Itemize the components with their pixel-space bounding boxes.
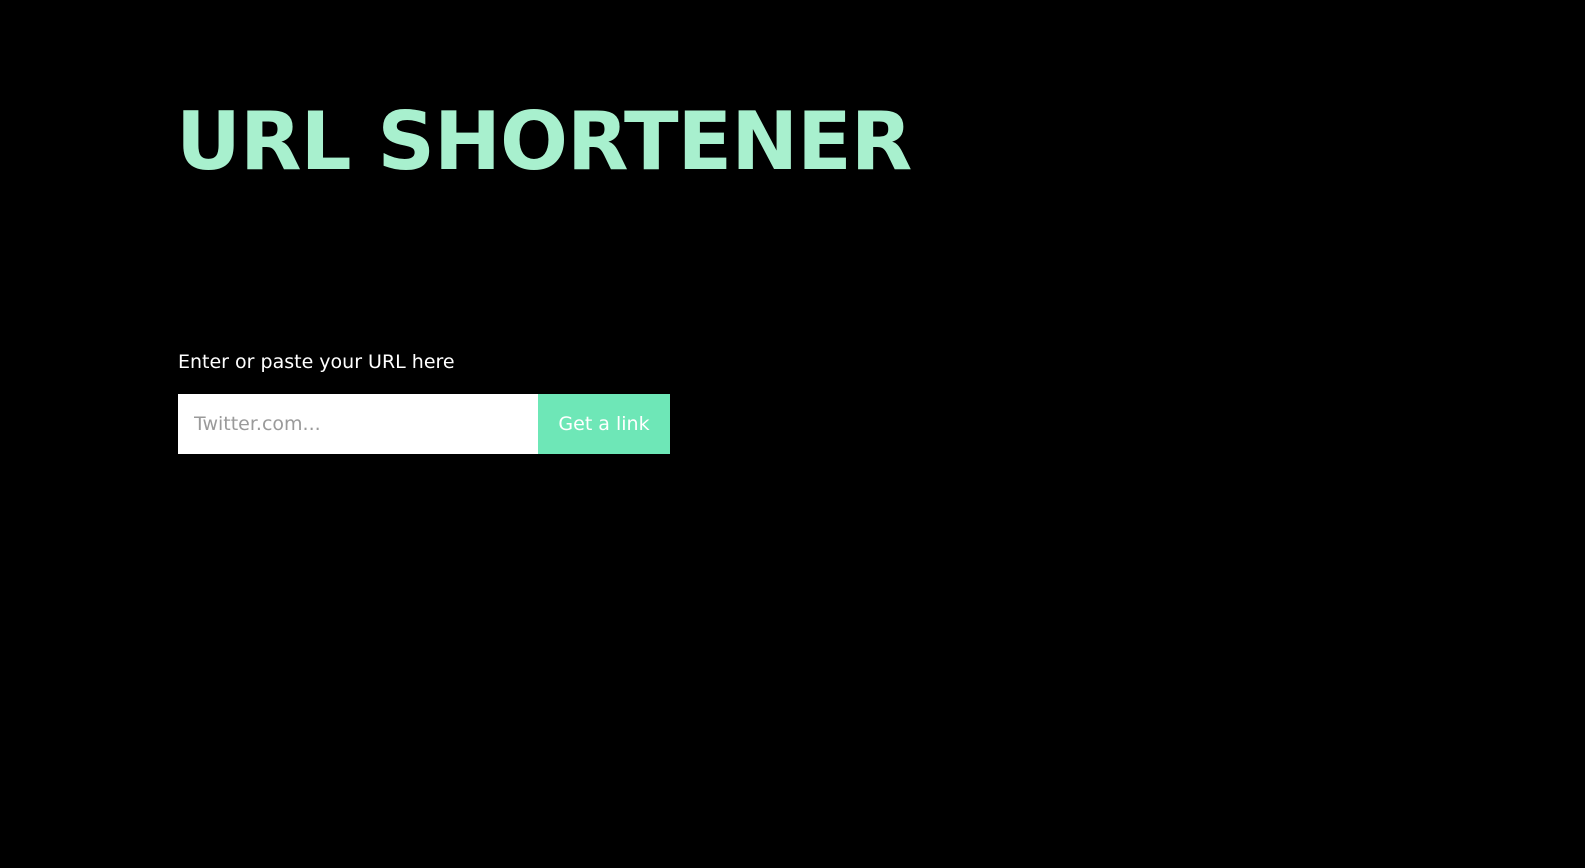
url-input-label: Enter or paste your URL here bbox=[178, 351, 455, 373]
url-input-row: Get a link bbox=[178, 394, 670, 454]
url-form: Enter or paste your URL here Get a link bbox=[178, 348, 670, 454]
get-link-button[interactable]: Get a link bbox=[538, 394, 670, 454]
page-title: URL SHORTENER bbox=[176, 95, 912, 188]
url-input[interactable] bbox=[178, 394, 538, 454]
